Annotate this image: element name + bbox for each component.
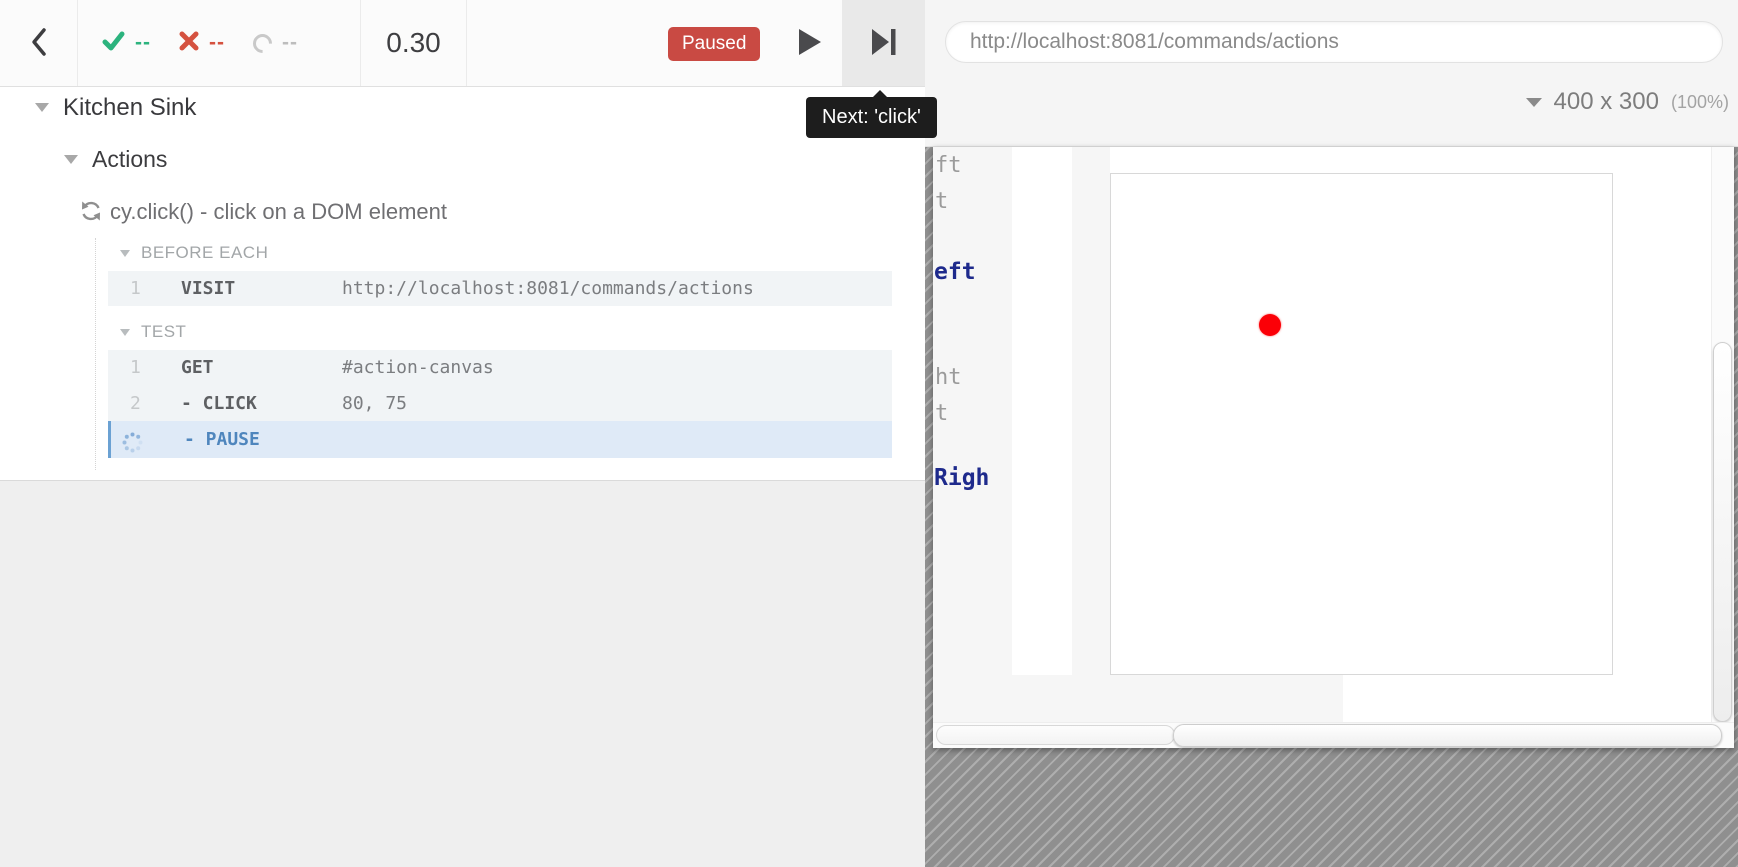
- clipped-code-text: eft: [934, 259, 976, 285]
- command-message: #action-canvas: [342, 350, 494, 386]
- aut-iframe: ft t eft ht t Righ: [933, 147, 1734, 748]
- passed-count: --: [135, 31, 151, 55]
- command-number: 2: [130, 386, 141, 421]
- stat-pending: --: [253, 31, 298, 55]
- stat-passed: --: [102, 30, 151, 57]
- reporter-panel: -- -- -- 0.30 Paused: [0, 0, 925, 867]
- collapse-caret-test[interactable]: [120, 329, 130, 336]
- horizontal-scrollbar-segment[interactable]: [936, 725, 1175, 745]
- hook-label-before-each: BEFORE EACH: [141, 243, 268, 263]
- viewport-scale: (100%): [1671, 92, 1729, 113]
- cypress-test-runner: -- -- -- 0.30 Paused: [0, 0, 1738, 867]
- paused-badge: Paused: [668, 27, 760, 61]
- clipped-text: ht: [935, 365, 962, 390]
- viewport-selector[interactable]: 400 x 300 (100%): [1526, 86, 1729, 118]
- test-running-icon: [80, 200, 102, 227]
- command-name: GET: [181, 350, 214, 386]
- clipped-text: ft: [935, 153, 962, 178]
- chevron-down-icon: [1526, 98, 1542, 107]
- play-icon: [799, 29, 821, 58]
- command-message: 80, 75: [342, 386, 407, 421]
- url-address-bar[interactable]: http://localhost:8081/commands/actions: [945, 21, 1723, 63]
- back-button[interactable]: [0, 0, 78, 86]
- command-row-visit[interactable]: 1 VISIT http://localhost:8081/commands/a…: [108, 271, 892, 306]
- next-step-button[interactable]: [842, 0, 925, 86]
- test-stats: -- -- --: [78, 0, 361, 86]
- collapse-caret-suite[interactable]: [64, 155, 78, 164]
- x-icon: [179, 31, 199, 56]
- page-code-column-2: [1072, 147, 1110, 675]
- command-row-get[interactable]: 1 GET #action-canvas: [108, 350, 892, 386]
- runner-panel: http://localhost:8081/commands/actions 4…: [925, 0, 1738, 867]
- clipped-code-text: Righ: [934, 465, 989, 491]
- suite-kitchen-sink[interactable]: Kitchen Sink: [63, 94, 196, 122]
- command-name: VISIT: [181, 271, 235, 306]
- pending-circle-icon: [249, 30, 276, 57]
- stat-failed: --: [179, 31, 225, 56]
- hook-label-test: TEST: [141, 322, 186, 342]
- command-row-click[interactable]: 2 - CLICK 80, 75: [108, 386, 892, 421]
- command-log: Kitchen Sink Actions cy.click() - click …: [0, 87, 925, 481]
- viewport-size: 400 x 300: [1554, 88, 1659, 116]
- horizontal-scrollbar-thumb[interactable]: [1173, 724, 1722, 747]
- check-icon: [102, 30, 125, 57]
- collapse-caret-before-each[interactable]: [120, 250, 130, 257]
- command-row-pause[interactable]: - PAUSE: [108, 421, 892, 458]
- command-name: - CLICK: [181, 386, 257, 421]
- command-message: http://localhost:8081/commands/actions: [342, 271, 754, 306]
- vertical-scrollbar-thumb[interactable]: [1713, 342, 1732, 722]
- clipped-text: t: [935, 401, 948, 426]
- pending-count: --: [282, 31, 298, 55]
- click-dot: [1259, 314, 1281, 336]
- test-duration: 0.30: [361, 0, 467, 86]
- aut-header: http://localhost:8081/commands/actions 4…: [925, 0, 1738, 147]
- command-name: - PAUSE: [184, 421, 260, 458]
- chevron-left-icon: [30, 27, 48, 60]
- collapse-caret-root-suite[interactable]: [35, 103, 49, 112]
- action-canvas[interactable]: [1110, 173, 1613, 675]
- page-block: [933, 675, 1343, 722]
- reporter-toolbar: -- -- -- 0.30 Paused: [0, 0, 925, 87]
- test-title[interactable]: cy.click() - click on a DOM element: [110, 199, 447, 225]
- suite-actions[interactable]: Actions: [92, 146, 167, 173]
- resume-button[interactable]: [782, 0, 838, 86]
- clipped-text: t: [935, 189, 948, 214]
- pause-spinner-icon: [122, 429, 143, 466]
- command-number: 1: [130, 271, 141, 306]
- failed-count: --: [209, 31, 225, 55]
- next-step-tooltip: Next: 'click': [806, 97, 937, 138]
- hook-indent-line: [95, 238, 96, 470]
- step-forward-icon: [872, 29, 896, 58]
- command-number: 1: [130, 350, 141, 386]
